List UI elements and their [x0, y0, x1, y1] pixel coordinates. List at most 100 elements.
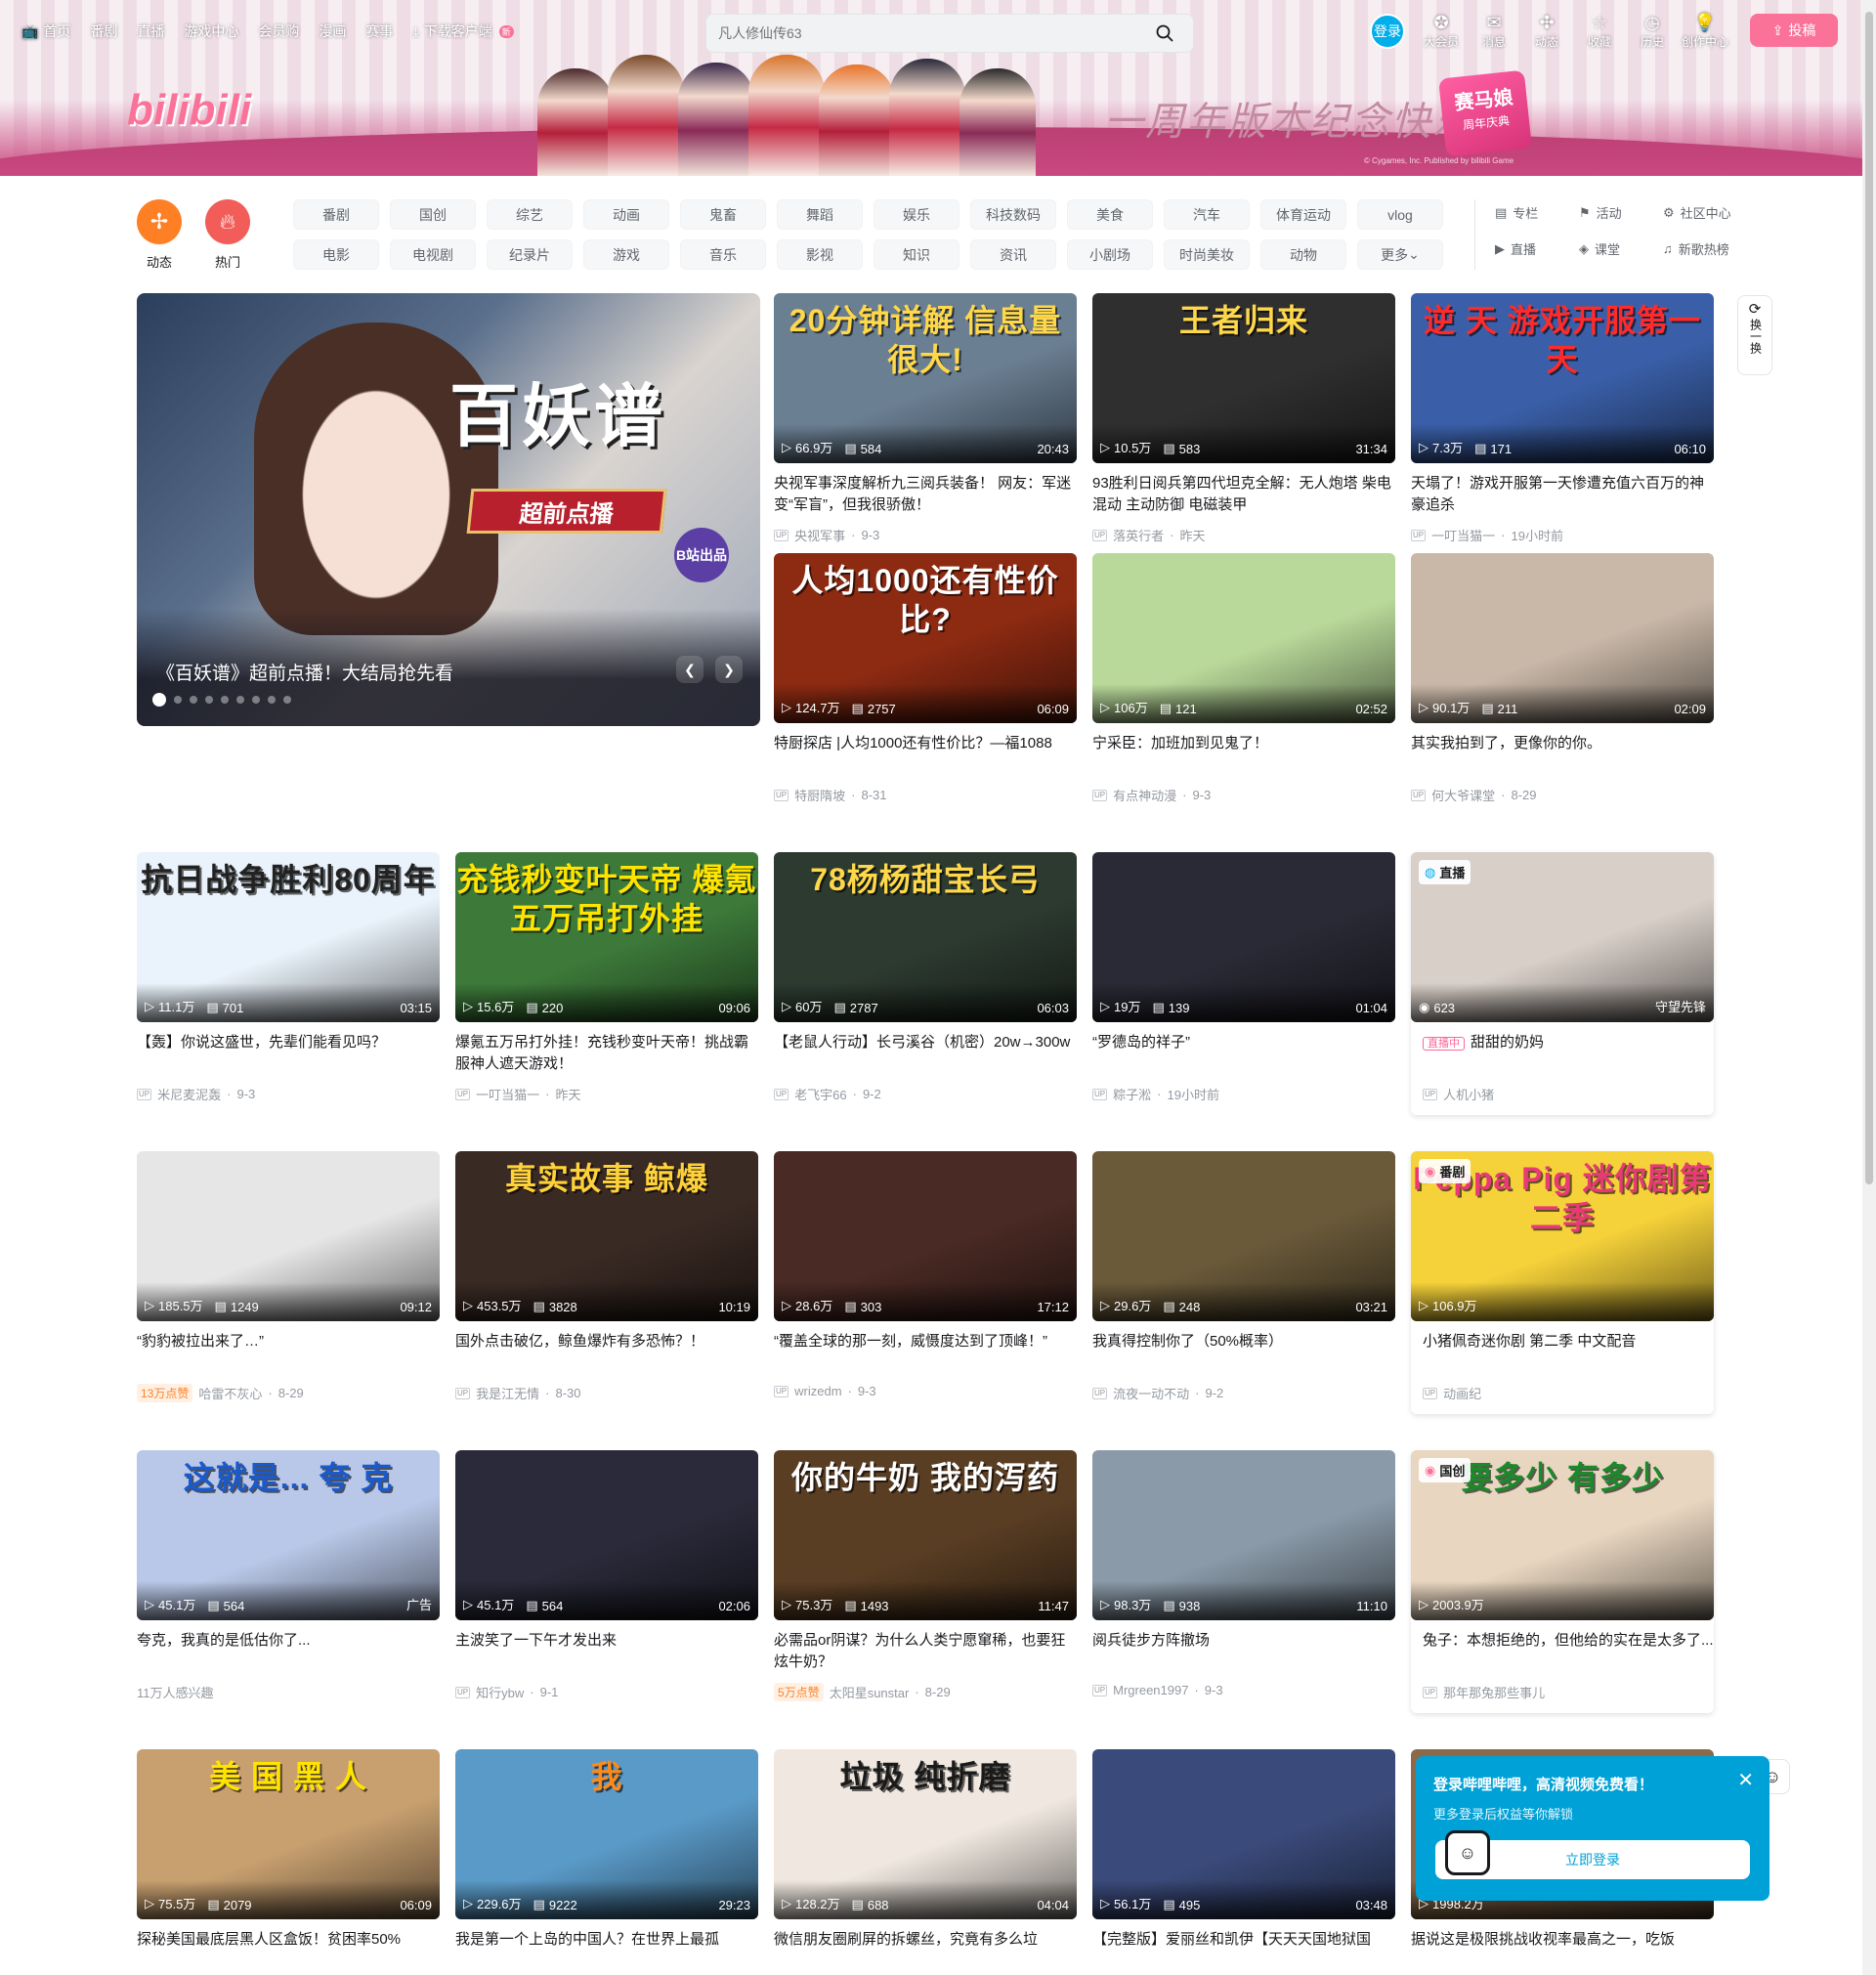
- carousel-title[interactable]: 《百妖谱》超前点播！大结局抢先看: [156, 659, 453, 685]
- author-name[interactable]: 一叮当猫一: [1431, 526, 1495, 544]
- author-name[interactable]: 米尼麦泥轰: [157, 1085, 221, 1103]
- hero-carousel[interactable]: 百妖谱 超前点播 B站出品 《百妖谱》超前点播！大结局抢先看 ❮ ❯: [137, 293, 760, 726]
- video-card[interactable]: ▷ 185.5万 ▤ 1249 09:12 “豹豹被拉出来了…” 13万点赞 哈雷不灰心 · 8-…: [137, 1151, 440, 1402]
- nav-history[interactable]: ◷ 历史: [1626, 12, 1679, 50]
- video-card[interactable]: ▷ 28.6万 ▤ 303 17:12 “覆盖全球的那一刻，威慑度达到了顶峰！” UP wri…: [774, 1151, 1077, 1398]
- video-meta[interactable]: UP 特厨隋坡 · 8-31: [774, 786, 1077, 804]
- carousel-dot[interactable]: [283, 696, 291, 704]
- video-thumbnail[interactable]: ▷ 56.1万 ▤ 495 03:48: [1092, 1749, 1395, 1919]
- video-title[interactable]: 必需品or阴谋？为什么人类宁愿窜稀，也要狂炫牛奶？: [774, 1630, 1077, 1673]
- video-card[interactable]: ▷ 29.6万 ▤ 248 03:21 我真得控制你了（50%概率） UP 流夜一动不动 · 9-…: [1092, 1151, 1395, 1402]
- video-thumbnail[interactable]: ▷ 106万 ▤ 121 02:52: [1092, 553, 1395, 723]
- author-name[interactable]: 落英行者: [1113, 526, 1164, 544]
- nav-bangumi[interactable]: 番剧: [90, 21, 117, 41]
- video-card[interactable]: ▷ 90.1万 ▤ 211 02:09 其实我拍到了，更像你的你。 UP 何大爷课堂 · 8-29: [1411, 553, 1714, 804]
- nav-esports[interactable]: 赛事: [365, 21, 393, 41]
- video-title[interactable]: 其实我拍到了，更像你的你。: [1411, 733, 1714, 776]
- video-meta[interactable]: UP 落英行者 · 昨天: [1092, 526, 1395, 544]
- author-name[interactable]: 央视军事: [794, 526, 845, 544]
- video-thumbnail[interactable]: 美 国 黑 人 ▷ 75.5万 ▤ 2079 06:09: [137, 1749, 440, 1919]
- bilibili-logo[interactable]: bilibili: [127, 86, 251, 135]
- author-name[interactable]: 动画纪: [1443, 1384, 1481, 1402]
- video-card[interactable]: 78杨杨甜宝长弓 ▷ 60万 ▤ 2787 06:03 【老鼠人行动】长弓溪谷（机密）20w…: [774, 852, 1077, 1103]
- video-thumbnail[interactable]: 这就是... 夸 克 ▷ 45.1万 ▤ 564 广告: [137, 1450, 440, 1620]
- video-meta[interactable]: UP wrizedm · 9-3: [774, 1384, 1077, 1398]
- channel-chip[interactable]: 舞蹈: [777, 199, 863, 230]
- nav-download[interactable]: ⤓ 下载客户端新: [412, 21, 514, 41]
- nav-home[interactable]: 📺 首页: [21, 21, 70, 41]
- link-classroom[interactable]: ◈ 课堂: [1579, 239, 1657, 258]
- video-thumbnail[interactable]: 我 ▷ 229.6万 ▤ 9222 29:23: [455, 1749, 758, 1919]
- upload-button[interactable]: ⇪ 投稿: [1750, 14, 1838, 47]
- carousel-dot[interactable]: [252, 696, 260, 704]
- video-thumbnail[interactable]: 充钱秒变叶天帝 爆氪五万吊打外挂 ▷ 15.6万 ▤ 220 09:06: [455, 852, 758, 1022]
- carousel-dot[interactable]: [205, 696, 213, 704]
- video-card[interactable]: 充钱秒变叶天帝 爆氪五万吊打外挂 ▷ 15.6万 ▤ 220 09:06 爆氪五万吊打外挂！…: [455, 852, 758, 1103]
- video-title[interactable]: “罗德岛的祥子”: [1092, 1032, 1395, 1075]
- video-meta[interactable]: 11万人感兴趣: [137, 1683, 440, 1701]
- video-meta[interactable]: UP 动画纪: [1411, 1384, 1714, 1402]
- video-meta[interactable]: UP 何大爷课堂 · 8-29: [1411, 786, 1714, 804]
- game-badge[interactable]: 赛马娘 周年庆典: [1438, 69, 1532, 157]
- carousel-dot[interactable]: [152, 693, 166, 707]
- channel-chip[interactable]: 体育运动: [1260, 199, 1346, 230]
- channel-chip[interactable]: 音乐: [680, 239, 766, 270]
- channel-chip[interactable]: 影视: [777, 239, 863, 270]
- video-title[interactable]: 夸克，我真的是低估你了...: [137, 1630, 440, 1673]
- search-icon[interactable]: [1148, 18, 1181, 49]
- author-name[interactable]: 知行ybw: [476, 1683, 524, 1701]
- close-icon[interactable]: ✕: [1737, 1768, 1754, 1792]
- channel-chip[interactable]: 小剧场: [1067, 239, 1153, 270]
- channel-chip[interactable]: 资讯: [970, 239, 1056, 270]
- author-name[interactable]: 太阳星sunstar: [830, 1683, 910, 1701]
- author-name[interactable]: 粽子淞: [1113, 1085, 1151, 1103]
- refresh-button[interactable]: ⟳ 换一换: [1737, 295, 1772, 375]
- carousel-dot[interactable]: [174, 696, 182, 704]
- video-meta[interactable]: UP 一叮当猫一 · 昨天: [455, 1085, 758, 1103]
- video-title[interactable]: 爆氪五万吊打外挂！充钱秒变叶天帝！挑战霸服神人遮天游戏！: [455, 1032, 758, 1075]
- channel-chip[interactable]: 科技数码: [970, 199, 1056, 230]
- channel-chip[interactable]: 番剧: [293, 199, 379, 230]
- video-title[interactable]: 我是第一个上岛的中国人？在世界上最孤: [455, 1929, 758, 1972]
- video-thumbnail[interactable]: 逆 天 游戏开服第一天 ▷ 7.3万 ▤ 171 06:10: [1411, 293, 1714, 463]
- author-name[interactable]: 特厨隋坡: [794, 786, 845, 804]
- video-thumbnail[interactable]: 王者归来 ▷ 10.5万 ▤ 583 31:34: [1092, 293, 1395, 463]
- video-title[interactable]: 93胜利日阅兵第四代坦克全解：无人炮塔 柴电混动 主动防御 电磁装甲: [1092, 473, 1395, 516]
- channel-chip[interactable]: 美食: [1067, 199, 1153, 230]
- video-card[interactable]: 真实故事 鲸爆 ▷ 453.5万 ▤ 3828 10:19 国外点击破亿，鲸鱼爆炸有多恐怖？…: [455, 1151, 758, 1402]
- video-meta[interactable]: UP 那年那兔那些事儿: [1411, 1683, 1714, 1701]
- video-meta[interactable]: UP 人机小猪: [1411, 1085, 1714, 1103]
- channel-hot[interactable]: 🔥︎ 热门: [198, 199, 257, 271]
- nav-game-center[interactable]: 游戏中心: [184, 21, 238, 41]
- video-title[interactable]: 【完整版】爱丽丝和凯伊【天天天国地狱国: [1092, 1929, 1395, 1972]
- nav-message[interactable]: ✉ 消息: [1468, 12, 1520, 50]
- channel-dynamic[interactable]: ✢ 动态: [130, 199, 189, 271]
- author-name[interactable]: 一叮当猫一: [476, 1085, 539, 1103]
- video-thumbnail[interactable]: 78杨杨甜宝长弓 ▷ 60万 ▤ 2787 06:03: [774, 852, 1077, 1022]
- video-title[interactable]: “豹豹被拉出来了…”: [137, 1331, 440, 1374]
- nav-dynamic[interactable]: ✣ 动态: [1520, 12, 1573, 50]
- video-title[interactable]: 国外点击破亿，鲸鱼爆炸有多恐怖？！: [455, 1331, 758, 1374]
- video-card[interactable]: ▷ 98.3万 ▤ 938 11:10 阅兵徒步方阵撤场 UP Mrgreen1997 · 9-3: [1092, 1450, 1395, 1697]
- channel-chip[interactable]: 纪录片: [487, 239, 573, 270]
- scrollbar[interactable]: [1862, 0, 1876, 1975]
- author-name[interactable]: wrizedm: [794, 1384, 841, 1398]
- video-thumbnail[interactable]: ▷ 185.5万 ▤ 1249 09:12: [137, 1151, 440, 1321]
- video-meta[interactable]: UP Mrgreen1997 · 9-3: [1092, 1683, 1395, 1697]
- nav-creator[interactable]: 💡 创作中心: [1679, 12, 1731, 50]
- video-thumbnail[interactable]: ▷ 45.1万 ▤ 564 02:06: [455, 1450, 758, 1620]
- video-meta[interactable]: UP 老飞宇66 · 9-2: [774, 1085, 1077, 1103]
- link-music-chart[interactable]: ♫ 新歌热榜: [1663, 239, 1761, 258]
- video-meta[interactable]: UP 央视军事 · 9-3: [774, 526, 1077, 544]
- video-meta[interactable]: UP 一叮当猫一 · 19小时前: [1411, 526, 1714, 544]
- carousel-dot[interactable]: [268, 696, 276, 704]
- video-title[interactable]: 天塌了！游戏开服第一天惨遭充值六百万的神豪追杀: [1411, 473, 1714, 516]
- nav-mall[interactable]: 会员购: [258, 21, 299, 41]
- carousel-dot[interactable]: [221, 696, 229, 704]
- video-thumbnail[interactable]: ◍ 直播 ◉ 623 守望先锋: [1411, 852, 1714, 1022]
- video-title[interactable]: 【老鼠人行动】长弓溪谷（机密）20w→300w: [774, 1032, 1077, 1075]
- video-title[interactable]: 直播中 甜甜的奶妈: [1411, 1032, 1714, 1075]
- channel-chip[interactable]: 动画: [583, 199, 669, 230]
- channel-chip[interactable]: 娱乐: [874, 199, 959, 230]
- video-thumbnail[interactable]: 要多少 有多少 ◉ 国创 ▷ 2003.9万: [1411, 1450, 1714, 1620]
